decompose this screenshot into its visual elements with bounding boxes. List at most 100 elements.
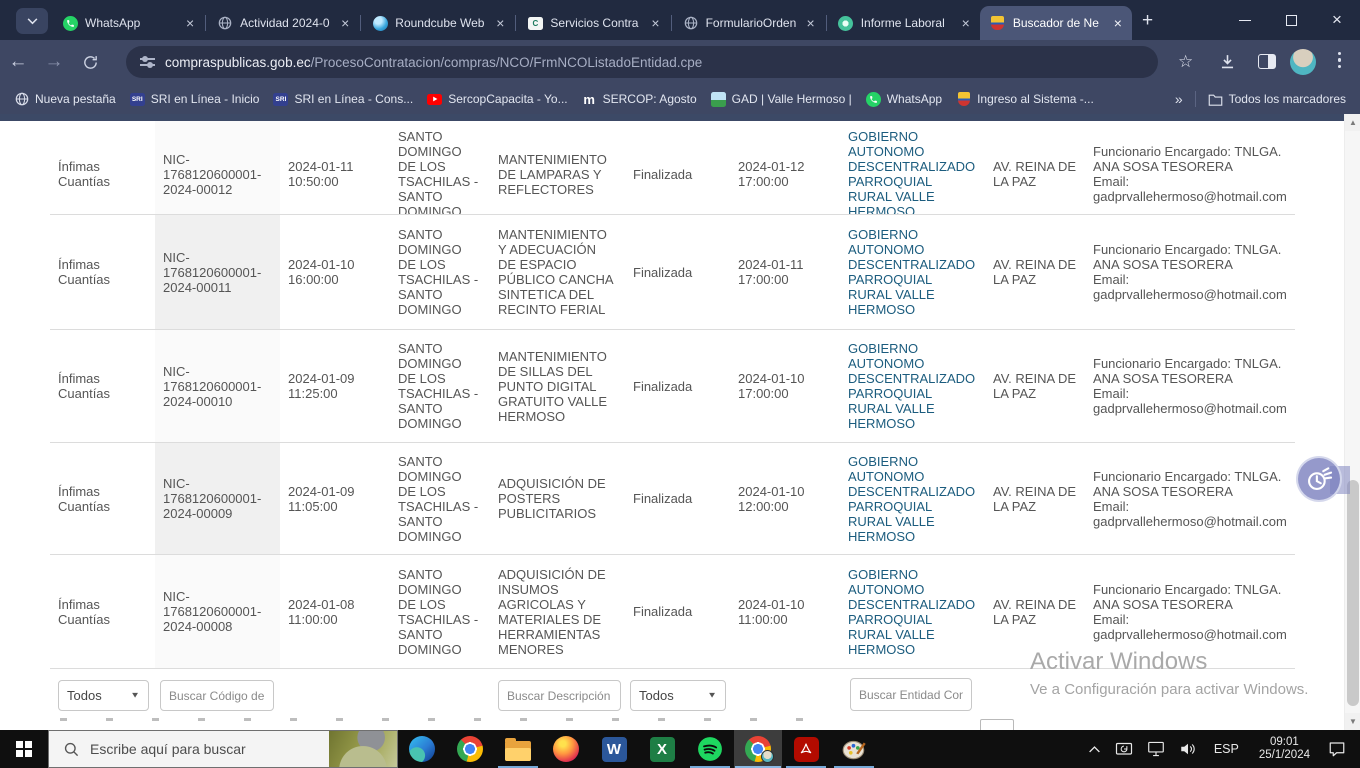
bookmark-nueva-pestana[interactable]: Nueva pestaña <box>14 92 116 107</box>
tab-close-icon[interactable]: × <box>805 16 817 30</box>
bookmark-sercop-agosto[interactable]: m SERCOP: Agosto <box>582 92 696 107</box>
volume-icon[interactable] <box>1179 741 1197 757</box>
taskbar-firefox-icon[interactable] <box>542 730 590 768</box>
tab-informe[interactable]: Informe Laboral × <box>828 6 980 40</box>
entidad-link[interactable]: GOBIERNO AUTONOMO DESCENTRALIZADO PARROQ… <box>840 121 985 214</box>
network-icon[interactable] <box>1147 741 1165 757</box>
bookmark-star-icon[interactable]: ☆ <box>1178 52 1193 72</box>
window-close-button[interactable]: × <box>1314 0 1360 40</box>
taskbar-chrome-active-icon[interactable] <box>734 730 782 768</box>
windows-taskbar: Escribe aquí para buscar W X ESP 09:01 2… <box>0 730 1360 768</box>
all-bookmarks-button[interactable]: Todos los marcadores <box>1208 92 1346 107</box>
filter-estado-value: Todos <box>639 688 674 703</box>
scroll-up-arrow[interactable]: ▲ <box>1345 114 1360 131</box>
clock[interactable]: 09:01 25/1/2024 <box>1259 736 1310 762</box>
tab-actividad[interactable]: Actividad 2024-0 × <box>207 6 359 40</box>
tab-whatsapp[interactable]: WhatsApp × <box>52 6 204 40</box>
tab-separator <box>360 15 362 31</box>
taskbar-file-explorer-icon[interactable] <box>494 730 542 768</box>
filter-descripcion-input[interactable] <box>498 680 621 711</box>
entidad-link[interactable]: GOBIERNO AUTONOMO DESCENTRALIZADO PARROQ… <box>840 333 985 439</box>
bookmarks-separator <box>1194 91 1196 107</box>
tab-formulario[interactable]: FormularioOrden × <box>673 6 825 40</box>
profile-badge <box>761 750 774 763</box>
tab-roundcube[interactable]: Roundcube Web × <box>362 6 514 40</box>
bookmark-label: GAD | Valle Hermoso | <box>731 92 852 106</box>
action-center-icon[interactable] <box>1328 741 1346 757</box>
tab-close-icon[interactable]: × <box>339 16 351 30</box>
window-minimize-button[interactable] <box>1222 0 1268 40</box>
tab-close-icon[interactable]: × <box>184 16 196 30</box>
bookmark-sri-inicio[interactable]: SRI SRI en Línea - Inicio <box>129 92 259 107</box>
address-bar[interactable]: compraspublicas.gob.ec/ProcesoContrataci… <box>126 46 1158 78</box>
cell-tipo: Ínfimas Cuantías <box>58 257 111 287</box>
globe-icon <box>217 15 233 31</box>
tab-close-icon[interactable]: × <box>1112 16 1124 30</box>
cell-objeto: ADQUISICIÓN DE INSUMOS AGRICOLAS Y MATER… <box>498 566 606 657</box>
bookmark-gad-valle-hermoso[interactable]: GAD | Valle Hermoso | <box>710 91 852 107</box>
taskbar-search-box[interactable]: Escribe aquí para buscar <box>48 730 398 768</box>
tab-search-caret-button[interactable] <box>16 8 48 34</box>
window-maximize-button[interactable] <box>1268 0 1314 40</box>
filter-entidad-input[interactable] <box>850 678 972 711</box>
scroll-down-arrow[interactable]: ▼ <box>1345 713 1360 730</box>
entidad-link[interactable]: GOBIERNO AUTONOMO DESCENTRALIZADO PARROQ… <box>840 446 985 552</box>
search-highlight-image[interactable] <box>329 731 397 767</box>
scrollbar-thumb[interactable] <box>1347 480 1359 706</box>
downloads-icon[interactable] <box>1218 52 1237 71</box>
menu-kebab-icon[interactable] <box>1332 49 1347 71</box>
cell-contacto: Funcionario Encargado: TNLGA. ANA SOSA T… <box>1093 242 1287 302</box>
profile-avatar[interactable] <box>1290 49 1316 75</box>
clipped-text-edge <box>60 718 830 721</box>
taskbar-chrome-icon[interactable] <box>446 730 494 768</box>
site-settings-icon[interactable] <box>140 56 155 68</box>
tab-close-icon[interactable]: × <box>649 16 661 30</box>
taskbar-acrobat-icon[interactable] <box>782 730 830 768</box>
cell-codigo: NIC-1768120600001-2024-00011 <box>155 215 280 329</box>
tab-close-icon[interactable]: × <box>960 16 972 30</box>
time: 09:01 <box>1270 736 1299 748</box>
taskbar-edge-icon[interactable] <box>398 730 446 768</box>
cell-codigo: NIC-1768120600001-2024-00009 <box>155 443 280 554</box>
cast-display-icon[interactable] <box>1115 742 1133 757</box>
cell-contacto: Funcionario Encargado: TNLGA. ANA SOSA T… <box>1093 581 1287 642</box>
cell-estado: Finalizada <box>633 166 693 182</box>
reload-icon <box>83 55 97 69</box>
tab-buscador-active[interactable]: Buscador de Ne × <box>979 6 1132 40</box>
bookmark-whatsapp[interactable]: WhatsApp <box>865 91 942 107</box>
table-row: Ínfimas Cuantías NIC-1768120600001-2024-… <box>50 121 1295 215</box>
taskbar-paint-icon[interactable] <box>830 730 878 768</box>
vertical-scrollbar[interactable]: ▲ ▼ <box>1344 114 1360 730</box>
back-button[interactable]: ← <box>0 51 36 73</box>
tab-close-icon[interactable]: × <box>494 16 506 30</box>
filter-tipo-select[interactable]: Todos ▼ <box>58 680 149 711</box>
tab-separator <box>670 15 672 31</box>
bookmark-ingreso-sistema[interactable]: Ingreso al Sistema -... <box>956 92 1094 107</box>
pagination-button-partial[interactable] <box>980 719 1014 730</box>
bookmarks-overflow-chevron[interactable]: » <box>1175 91 1183 107</box>
floating-timer-widget[interactable] <box>1296 456 1350 506</box>
taskbar-spotify-icon[interactable] <box>686 730 734 768</box>
taskbar-word-icon[interactable]: W <box>590 730 638 768</box>
bookmarks-bar: Nueva pestaña SRI SRI en Línea - Inicio … <box>0 84 1360 114</box>
cell-direccion: AV. REINA DE LA PAZ <box>993 159 1077 189</box>
side-panel-icon[interactable] <box>1258 54 1276 69</box>
forward-button[interactable]: → <box>36 51 72 73</box>
entidad-link[interactable]: GOBIERNO AUTONOMO DESCENTRALIZADO PARROQ… <box>840 559 985 665</box>
new-tab-button[interactable]: + <box>1142 10 1153 32</box>
filter-estado-select[interactable]: Todos ▼ <box>630 680 726 711</box>
filter-codigo-input[interactable] <box>160 680 274 711</box>
tray-chevron-up-icon[interactable] <box>1088 745 1101 754</box>
language-indicator[interactable]: ESP <box>1214 742 1239 756</box>
entidad-link[interactable]: GOBIERNO AUTONOMO DESCENTRALIZADO PARROQ… <box>840 219 985 325</box>
bookmark-label: SRI en Línea - Cons... <box>294 92 414 106</box>
filter-tipo-value: Todos <box>67 688 102 703</box>
tab-servicios[interactable]: C Servicios Contra × <box>517 6 669 40</box>
taskbar-excel-icon[interactable]: X <box>638 730 686 768</box>
cell-estado: Finalizada <box>633 604 693 619</box>
bookmark-sri-consultas[interactable]: SRI SRI en Línea - Cons... <box>273 92 413 107</box>
bookmark-sercopcapacita[interactable]: SercopCapacita - Yo... <box>427 92 568 107</box>
start-button[interactable] <box>0 730 48 768</box>
reload-button[interactable] <box>72 54 108 71</box>
tab-label: Roundcube Web <box>395 16 485 30</box>
